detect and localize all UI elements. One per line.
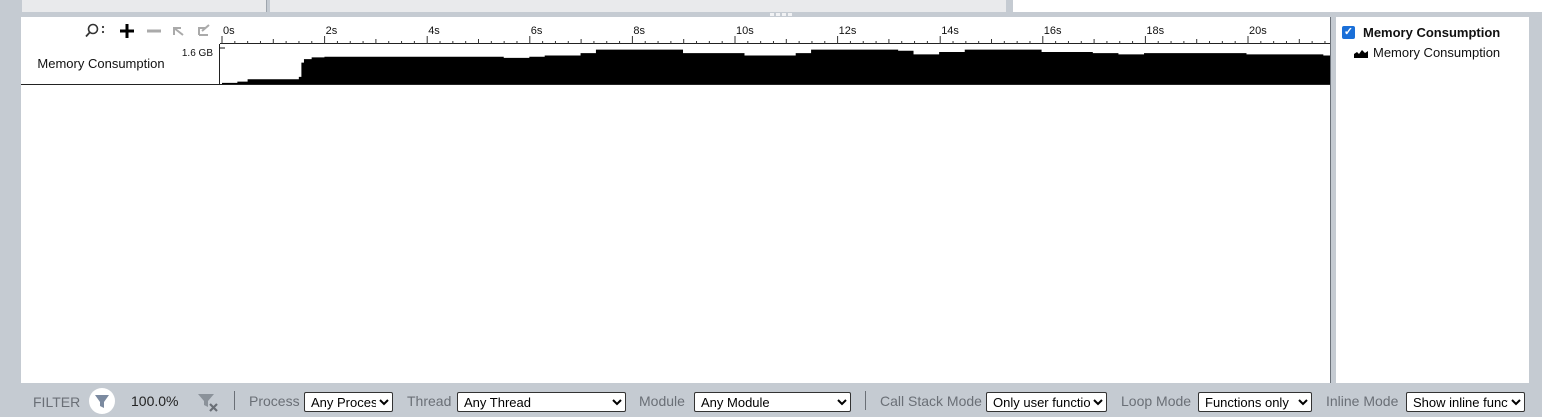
module-label: Module xyxy=(639,393,685,409)
timeline-toolbar xyxy=(21,17,221,44)
filter-icon[interactable] xyxy=(89,388,115,414)
memory-area-series xyxy=(222,49,1331,84)
timeline-panel: 0s 2s 4s 6s 8s 10s 12s 14s 16s 18s 20s Memory Cons… xyxy=(21,17,1331,383)
ruler-tick-label: 20s xyxy=(1249,25,1267,37)
filter-label: FILTER xyxy=(33,394,81,410)
left-gutter xyxy=(0,0,19,414)
legend-group-label: Memory Consumption xyxy=(1363,25,1501,40)
legend-group[interactable]: ✓ Memory Consumption xyxy=(1342,25,1500,40)
inline-label: Inline Mode xyxy=(1326,393,1399,409)
time-ruler[interactable]: 0s 2s 4s 6s 8s 10s 12s 14s 16s 18s 20s xyxy=(220,17,1331,44)
legend-panel: ✓ Memory Consumption Memory Consumption xyxy=(1336,17,1529,383)
loop-select[interactable]: Functions only xyxy=(1198,392,1312,412)
filter-bar: FILTER 100.0% Process Any Process Thread… xyxy=(19,385,1542,414)
ruler-tick-label: 4s xyxy=(428,25,440,37)
legend-item-label: Memory Consumption xyxy=(1373,45,1501,60)
memory-row-header[interactable]: Memory Consumption 1.6 GB xyxy=(21,44,220,85)
ruler-tick-label: 16s xyxy=(1044,25,1062,37)
module-select[interactable]: Any Module xyxy=(694,392,851,412)
separator xyxy=(234,391,235,410)
ruler-tick-label: 0s xyxy=(223,25,235,37)
zoom-out-icon[interactable] xyxy=(145,22,163,40)
ruler-tick-label: 18s xyxy=(1146,25,1164,37)
loop-label: Loop Mode xyxy=(1121,393,1192,409)
thread-select[interactable]: Any Thread xyxy=(457,392,626,412)
row-label: Memory Consumption xyxy=(37,56,165,71)
ruler-tick-label: 10s xyxy=(736,25,754,37)
search-icon[interactable] xyxy=(84,22,105,40)
time-ruler-svg: 0s 2s 4s 6s 8s 10s 12s 14s 16s 18s 20s xyxy=(221,25,1326,44)
right-gutter xyxy=(1529,17,1542,383)
top-pane-right xyxy=(1013,0,1542,12)
callstack-label: Call Stack Mode xyxy=(880,393,982,409)
memory-row-plot[interactable] xyxy=(220,44,1331,85)
undo-zoom-icon[interactable] xyxy=(171,22,189,40)
zoom-in-icon[interactable] xyxy=(118,22,136,40)
area-chart-icon xyxy=(1354,49,1368,58)
legend-item[interactable]: Memory Consumption xyxy=(1354,45,1500,60)
separator xyxy=(865,391,866,410)
ruler-tick-label: 2s xyxy=(326,25,338,37)
top-pane-left xyxy=(22,0,267,12)
legend-checkbox[interactable]: ✓ xyxy=(1342,26,1355,39)
ruler-tick-label: 12s xyxy=(839,25,857,37)
ruler-tick-label: 8s xyxy=(633,25,645,37)
callstack-select[interactable]: Only user functions xyxy=(986,392,1107,412)
top-pane-middle xyxy=(270,0,1006,12)
memory-area-chart xyxy=(220,47,1331,84)
panel-splitter[interactable] xyxy=(1330,17,1333,383)
row-scale-max: 1.6 GB xyxy=(181,48,213,59)
process-label: Process xyxy=(249,393,300,409)
clear-filter-icon[interactable] xyxy=(197,393,219,413)
inline-select[interactable]: Show inline functions xyxy=(1406,392,1525,412)
filter-percentage: 100.0% xyxy=(131,393,179,409)
ruler-tick-label: 6s xyxy=(531,25,543,37)
ruler-tick-label: 14s xyxy=(941,25,959,37)
reset-zoom-icon[interactable] xyxy=(196,22,214,40)
thread-label: Thread xyxy=(407,393,452,409)
process-select[interactable]: Any Process xyxy=(304,392,393,412)
